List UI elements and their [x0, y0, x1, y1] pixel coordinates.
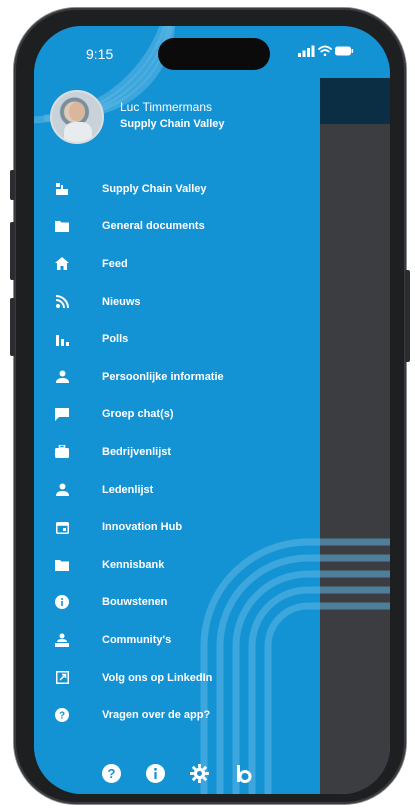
folder-icon — [54, 557, 70, 573]
rss-icon — [54, 294, 70, 310]
avatar[interactable] — [50, 90, 104, 144]
drawer-menu: Supply Chain Valley General documents Fe… — [50, 170, 290, 734]
menu-item-label: Bouwstenen — [102, 596, 168, 609]
profile-organization: Supply Chain Valley — [120, 118, 225, 130]
dynamic-island — [158, 38, 270, 70]
organization-icon — [54, 181, 70, 197]
side-button-volume-down — [10, 298, 15, 356]
menu-item-label: Polls — [102, 333, 129, 346]
info-circle-icon — [54, 594, 70, 610]
cellular-signal-icon — [298, 45, 315, 57]
brand-logo-icon[interactable] — [232, 762, 254, 784]
drawer-bottom-bar: ? — [100, 762, 270, 786]
menu-item-persoonlijke-informatie[interactable]: Persoonlijke informatie — [50, 358, 290, 396]
menu-item-bouwstenen[interactable]: Bouwstenen — [50, 584, 290, 622]
menu-item-general-documents[interactable]: General documents — [50, 208, 290, 246]
side-button-volume-up — [10, 222, 15, 280]
svg-text:?: ? — [59, 711, 65, 722]
bar-chart-icon — [54, 331, 70, 347]
menu-item-vragen-over-de-app[interactable]: ? Vragen over de app? — [50, 696, 290, 734]
profile-header[interactable]: Luc Timmermans Supply Chain Valley — [50, 90, 290, 150]
briefcase-icon — [54, 444, 70, 460]
menu-item-supply-chain-valley[interactable]: Supply Chain Valley — [50, 170, 290, 208]
side-button-power — [405, 270, 410, 362]
menu-item-volg-ons-op-linkedin[interactable]: Volg ons op LinkedIn — [50, 659, 290, 697]
menu-item-label: Innovation Hub — [102, 521, 183, 534]
menu-item-label: Community's — [102, 633, 172, 646]
menu-item-label: Bedrijvenlijst — [102, 445, 172, 458]
menu-item-communitys[interactable]: Community's — [50, 621, 290, 659]
person-icon — [54, 482, 70, 498]
help-circle-icon: ? — [54, 707, 70, 723]
profile-name: Luc Timmermans — [120, 100, 213, 114]
menu-item-label: Ledenlijst — [102, 483, 154, 496]
menu-item-ledenlijst[interactable]: Ledenlijst — [50, 471, 290, 509]
menu-item-label: Kennisbank — [102, 558, 165, 571]
info-icon[interactable] — [144, 762, 166, 784]
menu-item-label: Vragen over de app? — [102, 709, 211, 722]
battery-icon — [335, 46, 354, 56]
chat-icon — [54, 406, 70, 422]
community-icon — [54, 632, 70, 648]
menu-item-innovation-hub[interactable]: Innovation Hub — [50, 508, 290, 546]
side-button-mute — [10, 170, 15, 200]
avatar-head — [69, 102, 85, 121]
folder-icon — [54, 218, 70, 234]
menu-item-label: Persoonlijke informatie — [102, 370, 224, 383]
svg-text:?: ? — [107, 766, 115, 781]
menu-item-label: General documents — [102, 220, 205, 233]
help-icon[interactable]: ? — [100, 762, 122, 784]
menu-item-label: Supply Chain Valley — [102, 182, 207, 195]
status-icons — [298, 44, 358, 60]
menu-item-polls[interactable]: Polls — [50, 320, 290, 358]
menu-item-groep-chats[interactable]: Groep chat(s) — [50, 396, 290, 434]
home-icon — [54, 256, 70, 272]
menu-item-label: Nieuws — [102, 295, 141, 308]
person-icon — [54, 369, 70, 385]
menu-item-feed[interactable]: Feed — [50, 245, 290, 283]
menu-item-label: Volg ons op LinkedIn — [102, 671, 213, 684]
menu-item-label: Groep chat(s) — [102, 408, 174, 421]
menu-item-bedrijvenlijst[interactable]: Bedrijvenlijst — [50, 433, 290, 471]
calendar-icon — [54, 519, 70, 535]
menu-item-label: Feed — [102, 257, 128, 270]
external-link-icon — [54, 670, 70, 686]
settings-gear-icon[interactable] — [188, 762, 210, 784]
menu-item-kennisbank[interactable]: Kennisbank — [50, 546, 290, 584]
status-time: 9:15 — [86, 46, 114, 62]
wifi-icon — [318, 45, 332, 57]
menu-item-nieuws[interactable]: Nieuws — [50, 283, 290, 321]
avatar-body — [64, 122, 92, 142]
